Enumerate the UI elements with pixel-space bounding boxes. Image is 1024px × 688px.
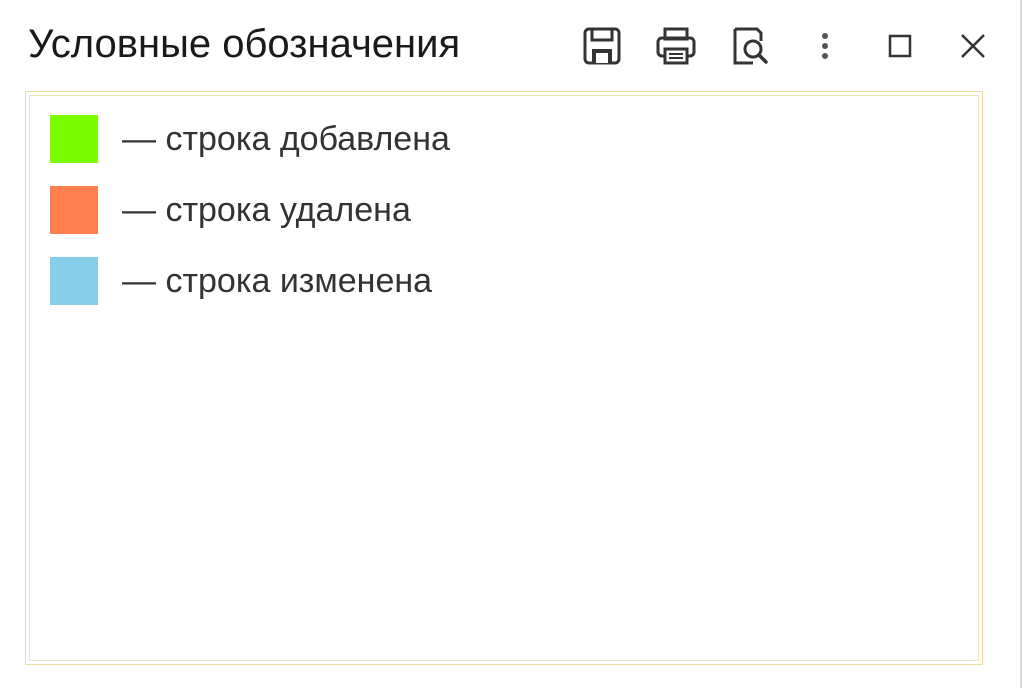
legend-item-changed: — строка изменена bbox=[50, 257, 432, 305]
color-swatch-changed bbox=[50, 257, 98, 305]
maximize-button[interactable] bbox=[878, 24, 922, 68]
more-icon bbox=[820, 31, 830, 61]
preview-icon bbox=[731, 27, 771, 65]
save-button[interactable] bbox=[580, 24, 624, 68]
window-title: Условные обозначения bbox=[28, 22, 461, 66]
close-button[interactable] bbox=[951, 24, 995, 68]
title-bar: Условные обозначения bbox=[0, 0, 1020, 90]
print-icon bbox=[656, 27, 696, 65]
color-swatch-added bbox=[50, 115, 98, 163]
print-button[interactable] bbox=[654, 24, 698, 68]
legend-label-deleted: — строка удалена bbox=[122, 191, 411, 229]
legend-window: Условные обозначения — строка добавлена … bbox=[0, 0, 1022, 688]
legend-label-added: — строка добавлена bbox=[122, 120, 450, 158]
color-swatch-deleted bbox=[50, 186, 98, 234]
more-button[interactable] bbox=[803, 24, 847, 68]
save-icon bbox=[583, 27, 621, 65]
legend-label-changed: — строка изменена bbox=[122, 262, 433, 300]
preview-button[interactable] bbox=[729, 24, 773, 68]
close-icon bbox=[960, 33, 986, 59]
legend-panel: — строка добавлена — строка удалена — ст… bbox=[25, 91, 983, 665]
legend-item-deleted: — строка удалена bbox=[50, 186, 411, 234]
legend-item-added: — строка добавлена bbox=[50, 115, 450, 163]
legend-panel-inner: — строка добавлена — строка удалена — ст… bbox=[29, 95, 979, 661]
maximize-icon bbox=[888, 34, 912, 58]
